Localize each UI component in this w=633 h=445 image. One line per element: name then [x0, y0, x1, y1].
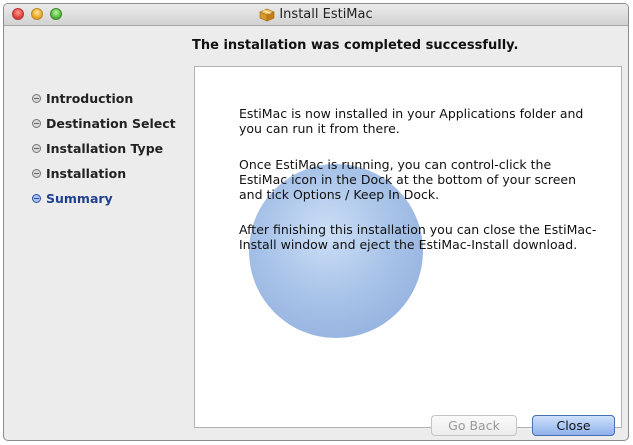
summary-panel: EstiMac is now installed in your Applica…	[194, 66, 622, 428]
step-introduction: Introduction	[32, 86, 176, 111]
step-summary: Summary	[32, 186, 176, 211]
step-label: Summary	[46, 191, 113, 206]
step-bullet-icon	[32, 144, 41, 153]
close-button[interactable]: Close	[532, 415, 615, 436]
title-bar[interactable]: Install EstiMac	[4, 4, 628, 26]
step-bullet-icon	[32, 194, 41, 203]
step-bullet-icon	[32, 119, 41, 128]
step-label: Destination Select	[46, 116, 176, 131]
step-installation: Installation	[32, 161, 176, 186]
step-label: Installation Type	[46, 141, 164, 156]
status-heading: The installation was completed successfu…	[192, 38, 519, 53]
go-back-button[interactable]: Go Back	[431, 415, 517, 436]
summary-paragraph: Once EstiMac is running, you can control…	[239, 157, 577, 202]
step-label: Installation	[46, 166, 127, 181]
step-bullet-icon	[32, 169, 41, 178]
step-label: Introduction	[46, 91, 134, 106]
step-installation-type: Installation Type	[32, 136, 176, 161]
step-destination-select: Destination Select	[32, 111, 176, 136]
summary-paragraph: After finishing this installation you ca…	[239, 222, 597, 252]
step-list: Introduction Destination Select Installa…	[32, 86, 176, 211]
installer-window: Install EstiMac The installation was com…	[3, 3, 629, 441]
package-icon	[259, 8, 276, 21]
step-bullet-icon	[32, 94, 41, 103]
summary-paragraph: EstiMac is now installed in your Applica…	[239, 106, 584, 136]
window-title-group: Install EstiMac	[4, 4, 628, 25]
window-title: Install EstiMac	[279, 7, 373, 22]
